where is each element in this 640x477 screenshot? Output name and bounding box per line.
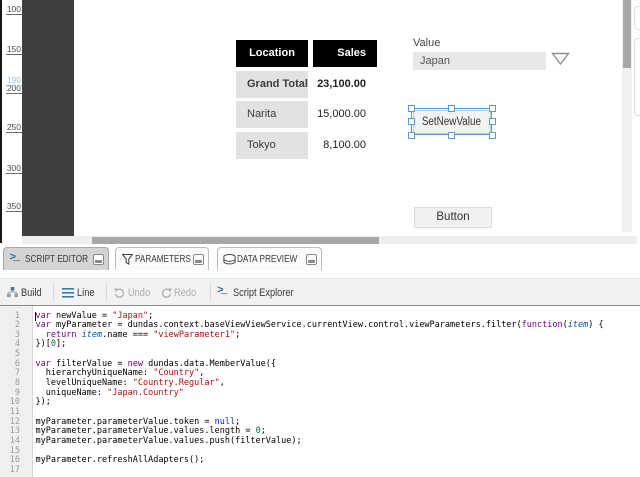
ruler-guide-line [6,85,22,86]
selection-handle[interactable] [408,105,415,112]
script-toolbar: Build Line Undo Redo [0,278,640,305]
database-icon [223,254,236,265]
text-cursor [35,312,36,321]
selection-handle[interactable] [489,132,496,139]
ruler-tick: 350 [2,201,22,211]
line-button[interactable]: Line [77,287,94,299]
ruler-tick-line [6,173,22,174]
line-number-gutter: 1234567891011121314151617 [0,306,33,477]
undo-icon [114,287,125,298]
build-icon [7,287,18,298]
selection-handle[interactable] [489,118,496,125]
bottom-dock-panel: >_ SCRIPT EDITOR PARAMETERS DATA PREVIEW Bu… [0,244,640,477]
toolbar-separator [106,283,107,301]
table-row-value[interactable]: 15,000.00 [313,101,377,128]
script-explorer-button[interactable]: Script Explorer [233,287,294,299]
script-prompt-icon: >_ [10,253,20,264]
right-flyout-strip [632,0,640,236]
table-row-label[interactable]: Grand Total [236,71,308,98]
ruler-tick: 250 [2,122,22,132]
setnewvalue-label: SetNewValue [422,111,481,133]
ruler-tick-line [6,211,22,212]
selection-handle[interactable] [448,132,455,139]
toolbar-separator [53,283,54,301]
code-line: myParameter.refreshAllAdapters(); [36,456,604,466]
button-element[interactable]: Button [414,207,492,228]
tab-label: PARAMETERS [135,254,191,265]
tab-script-editor[interactable]: >_ SCRIPT EDITOR [3,247,109,270]
table-row-value[interactable]: 23,100.00 [313,71,377,98]
ruler-tick-line [6,14,22,15]
build-button[interactable]: Build [21,287,42,299]
ruler-tick: 300 [2,163,22,173]
horizontal-scrollbar-thumb[interactable] [92,237,379,244]
setnewvalue-button[interactable]: SetNewValue [413,110,491,134]
dropdown-arrow-icon[interactable] [551,52,570,66]
code-line: myParameter.parameterValue.values.push(f… [36,437,604,447]
code-line: return item.name === "viewParameter1"; [36,331,604,341]
ruler-guide-label: 190 [7,76,21,85]
ruler-tick-label: 250 [7,123,21,132]
code-line: })[0]; [36,340,604,350]
code-line: uniqueName: "Japan.Country" [36,389,604,399]
popout-window-icon[interactable] [306,254,317,265]
design-canvas[interactable]: LocationSalesGrand Total23,100.00Narita1… [74,0,622,236]
ruler-tick: 100 [2,4,22,14]
ruler-tick-label: 350 [7,202,21,211]
redo-button[interactable]: Redo [174,287,196,299]
ruler-tick-label: 150 [7,45,21,54]
toolbar-separator [210,283,211,301]
table-row-label[interactable]: Narita [236,101,308,128]
ruler-tick-line [6,93,22,94]
tab-data-preview[interactable]: DATA PREVIEW [217,247,322,270]
selection-handle[interactable] [489,105,496,112]
value-dropdown[interactable]: Japan [413,52,546,70]
ruler-guide-marker: 190 [2,75,22,85]
popout-window-icon[interactable] [93,254,104,265]
script-editor[interactable]: 1234567891011121314151617 var newValue =… [0,305,640,477]
filter-icon [122,254,133,265]
code-line [36,466,604,476]
table-row-label[interactable]: Tokyo [236,132,308,159]
popout-window-icon[interactable] [193,254,204,265]
tab-label: DATA PREVIEW [237,254,297,265]
script-explorer-icon: >_ [217,286,227,297]
vertical-ruler: 100150200250300350190 [2,0,22,236]
ruler-tick-label: 100 [7,5,21,14]
ruler-tick-line [6,54,22,55]
selection-handle[interactable] [448,105,455,112]
toolbox-panel [22,0,74,236]
value-dropdown-text: Japan [420,55,450,67]
redo-icon [161,287,172,298]
table-header-location[interactable]: Location [236,40,308,67]
ruler-tick-line [6,132,22,133]
code-area[interactable]: var newValue = "Japan";var myParameter =… [36,312,604,476]
line-icon [62,287,74,299]
ruler-tick: 150 [2,44,22,54]
ruler-tick-label: 300 [7,164,21,173]
table-row-value[interactable]: 8,100.00 [313,132,377,159]
value-label: Value [413,37,440,49]
selection-handle[interactable] [408,118,415,125]
flyout-tab[interactable] [634,38,640,116]
flyout-tab[interactable] [634,6,640,30]
code-line: }); [36,398,604,408]
selection-handle[interactable] [408,132,415,139]
vertical-scrollbar-thumb[interactable] [623,0,631,68]
dashboard-designer: 100150200250300350190 LocationSalesGrand… [0,0,640,477]
undo-button[interactable]: Undo [128,287,150,299]
line-number: 17 [10,466,20,476]
tab-parameters[interactable]: PARAMETERS [115,247,209,270]
table-header-sales[interactable]: Sales [313,40,377,67]
tab-label: SCRIPT EDITOR [25,254,88,265]
